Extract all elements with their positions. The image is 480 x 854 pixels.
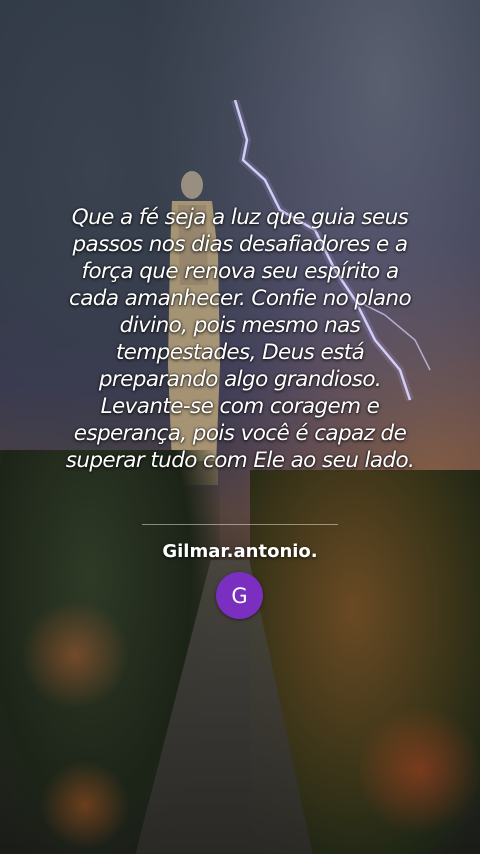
post-overlay: Que a fé seja a luz que guia seus passos… — [0, 0, 480, 854]
quote-line: preparando algo grandioso. — [98, 367, 382, 392]
quote-line: divino, pois mesmo nas — [119, 313, 361, 338]
quote-line: Que a fé seja a luz que guia seus — [71, 205, 409, 230]
divider — [142, 524, 338, 525]
quote-line: esperança, pois você é capaz de — [73, 421, 407, 446]
quote-line: Levante-se com coragem e — [100, 394, 380, 419]
quote-line: passos nos dias desafiadores e a — [72, 232, 409, 257]
author-name[interactable]: Gilmar.antonio. — [0, 541, 480, 562]
quote-line: força que renova seu espírito a — [81, 259, 399, 284]
quote-line: tempestades, Deus está — [115, 340, 365, 365]
author-avatar[interactable]: G — [216, 572, 263, 619]
quote-line: superar tudo com Ele ao seu lado. — [65, 448, 415, 473]
quote-line: cada amanhecer. Confie no plano — [69, 286, 412, 311]
quote-text: Que a fé seja a luz que guia seus passos… — [50, 204, 430, 474]
avatar-initial: G — [231, 583, 248, 608]
